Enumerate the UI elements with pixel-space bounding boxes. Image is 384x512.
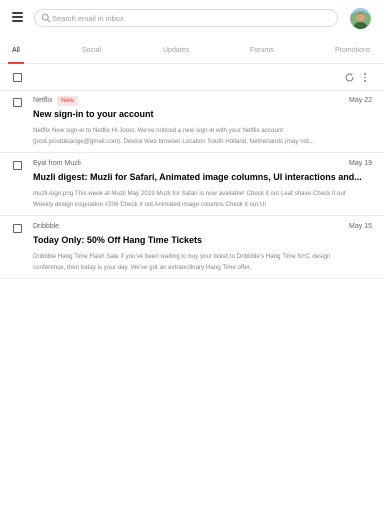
email-preview: muzli-logo.png This week at Muzli May 20… xyxy=(33,190,346,208)
tab-all[interactable]: All xyxy=(8,37,24,64)
email-row[interactable]: Dribbble May 15 Today Only: 50% Off Hang… xyxy=(0,217,384,279)
email-date: May 22 xyxy=(349,97,372,104)
email-sender: Eyal from Muzli xyxy=(33,160,81,167)
search-icon xyxy=(41,13,51,23)
user-avatar[interactable] xyxy=(350,8,371,29)
list-toolbar xyxy=(0,64,384,91)
tab-label: Social xyxy=(82,46,102,54)
email-subject: Muzli digest: Muzli for Safari, Animated… xyxy=(33,172,362,182)
tab-label: Forums xyxy=(250,46,274,54)
more-vertical-icon[interactable] xyxy=(362,72,368,83)
tab-forums[interactable]: Forums xyxy=(250,37,274,63)
search-bar[interactable] xyxy=(34,9,338,27)
email-sender: Netflix xyxy=(33,97,53,104)
tab-label: Updates xyxy=(163,46,190,54)
tab-label: Promotions xyxy=(335,46,371,54)
email-subject: New sign-in to your account xyxy=(33,109,154,119)
email-checkbox[interactable] xyxy=(13,224,22,233)
tab-updates[interactable]: Updates xyxy=(163,37,189,63)
top-app-bar xyxy=(0,0,384,37)
email-row[interactable]: Eyal from Muzli May 19 Muzli digest: Muz… xyxy=(0,154,384,216)
tab-promotions[interactable]: Promotions xyxy=(335,37,370,63)
tab-social[interactable]: Social xyxy=(82,37,101,63)
refresh-icon[interactable] xyxy=(344,72,355,83)
email-sender: Dribbble xyxy=(33,223,60,230)
search-input[interactable] xyxy=(52,10,332,26)
email-checkbox[interactable] xyxy=(13,161,22,170)
new-badge: New xyxy=(57,96,79,106)
email-date: May 15 xyxy=(349,223,372,230)
hamburger-menu-icon[interactable] xyxy=(12,11,24,23)
email-row[interactable]: Netflix New May 22 New sign-in to your a… xyxy=(0,91,384,153)
email-preview: Dribbble Hang Time Flash Sale If you've … xyxy=(33,253,331,271)
email-preview: Netflix New sign-in to Netflix Hi Joost,… xyxy=(33,127,314,145)
tab-label: All xyxy=(12,46,20,54)
email-subject: Today Only: 50% Off Hang Time Tickets xyxy=(33,235,203,245)
email-checkbox[interactable] xyxy=(13,98,22,107)
select-all-checkbox[interactable] xyxy=(13,73,22,82)
email-date: May 19 xyxy=(349,160,372,167)
category-tabs: All Social Updates Forums Promotions xyxy=(0,37,384,64)
